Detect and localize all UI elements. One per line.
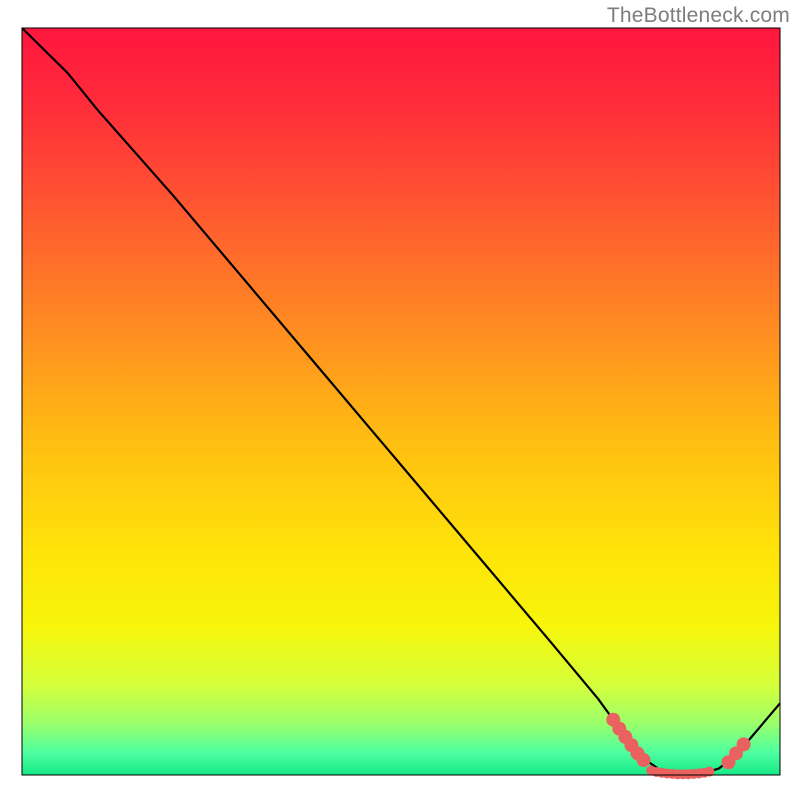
data-point — [737, 737, 751, 751]
data-point — [637, 753, 651, 767]
bottleneck-chart — [0, 0, 800, 800]
source-attribution: TheBottleneck.com — [607, 4, 790, 28]
